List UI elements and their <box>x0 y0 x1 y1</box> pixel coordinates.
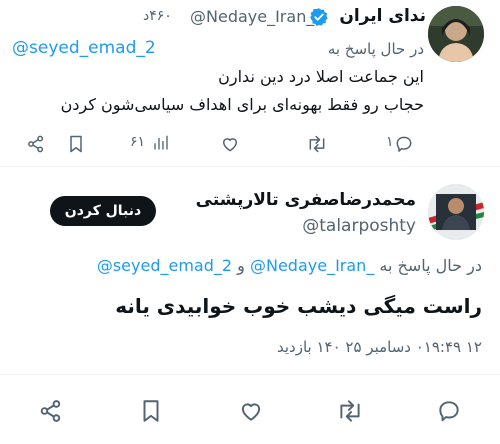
bookmark-icon[interactable] <box>66 134 86 154</box>
replying-to-label: در حال پاسخ به <box>327 40 424 58</box>
replying-to-and: و <box>237 256 245 275</box>
tweet-text-line: این جماعت اصلا درد دین ندارن <box>218 67 424 86</box>
handle[interactable]: @talarposhty <box>302 216 416 236</box>
timestamp[interactable]: ۴۶۰د <box>143 8 172 24</box>
share-icon[interactable] <box>26 134 46 154</box>
views-icon <box>154 135 168 150</box>
replying-to-label: در حال پاسخ به <box>379 256 482 275</box>
reply-button[interactable]: ۱ <box>386 134 416 154</box>
reply-icon[interactable] <box>436 398 462 424</box>
replying-to-line: در حال پاسخ به @Nedaye_Iran_ و @seyed_em… <box>40 256 482 275</box>
handle[interactable]: @Nedaye_Iran_ <box>190 7 314 26</box>
reply-icon <box>396 136 412 152</box>
replying-to-mention[interactable]: @seyed_emad_2 <box>97 256 232 275</box>
share-icon[interactable] <box>38 398 64 424</box>
reply-count: ۱ <box>386 134 394 150</box>
display-name[interactable]: محمدرضاصفری تالارپشتی <box>196 190 416 210</box>
replying-to-mention[interactable]: @Nedaye_Iran_ <box>250 256 374 275</box>
bookmark-icon[interactable] <box>138 398 164 424</box>
views-count: ۶۱ <box>130 134 146 150</box>
tweet-meta: ۱۲ ۰۱۹:۴۹ دسامبر ۲۵ ۱۴۰ بازدید <box>276 338 482 356</box>
divider <box>0 374 500 375</box>
like-icon[interactable] <box>220 134 240 154</box>
tweet-text-line: حجاب رو فقط بهونه‌ای برای اهداف سیاسی‌شو… <box>60 95 424 114</box>
like-icon[interactable] <box>238 398 264 424</box>
views-button[interactable]: ۶۱ <box>130 134 170 154</box>
follow-button[interactable]: دنبال کردن <box>50 196 156 226</box>
display-name[interactable]: ندای ایران <box>339 6 426 26</box>
replying-to-mention[interactable]: @seyed_emad_2 <box>12 38 156 58</box>
tweet-text: راست میگی دیشب خوب خوابیدی یانه <box>115 294 482 318</box>
avatar[interactable] <box>428 184 484 240</box>
avatar[interactable] <box>428 6 484 62</box>
retweet-icon[interactable] <box>336 398 364 424</box>
retweet-icon[interactable] <box>306 134 328 154</box>
divider <box>0 166 500 167</box>
